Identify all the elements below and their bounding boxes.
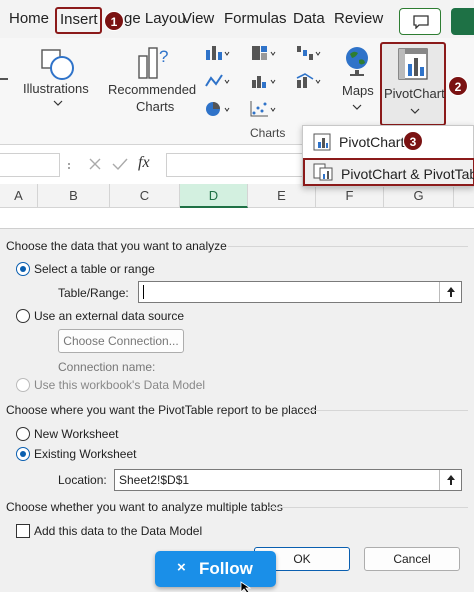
name-box[interactable] — [0, 153, 60, 177]
pivotchart-label: PivotChart — [384, 86, 445, 101]
arrow-up-icon — [446, 475, 455, 485]
location-value: Sheet2!$D$1 — [119, 473, 190, 487]
radio-existing-worksheet[interactable] — [16, 447, 30, 461]
radio-existing-worksheet-label[interactable]: Existing Worksheet — [34, 447, 137, 461]
tab-formulas[interactable]: Formulas — [224, 10, 287, 27]
comments-button[interactable] — [399, 8, 441, 35]
pie-chart-icon[interactable] — [204, 100, 230, 118]
radio-select-table[interactable] — [16, 262, 30, 276]
chevron-down-icon — [53, 100, 63, 106]
recommended-charts-label-2[interactable]: Charts — [136, 99, 174, 114]
radio-new-worksheet-label[interactable]: New Worksheet — [34, 427, 118, 441]
tab-page-layout[interactable]: ge Layou — [124, 10, 186, 27]
comment-icon — [413, 15, 429, 29]
enter-check-icon[interactable] — [112, 157, 128, 171]
pivotchart-pivottable-icon — [313, 163, 333, 181]
statistic-chart-icon[interactable] — [250, 72, 276, 90]
divider — [306, 410, 468, 411]
grid-row[interactable] — [0, 208, 474, 228]
menu-item-pivotchart-label: PivotChart — [339, 134, 405, 150]
menu-item-pivotchart-pivottable-label: PivotChart & PivotTable — [341, 166, 474, 182]
collapse-dialog-button[interactable] — [439, 282, 461, 302]
section-heading-placement: Choose where you want the PivotTable rep… — [6, 403, 317, 417]
tab-review[interactable]: Review — [334, 10, 383, 27]
line-chart-icon[interactable] — [204, 72, 230, 90]
arrow-up-icon — [446, 287, 455, 297]
add-to-data-model-label[interactable]: Add this data to the Data Model — [34, 524, 202, 538]
column-header-f[interactable]: F — [316, 184, 384, 208]
close-icon: × — [177, 559, 186, 576]
collapse-dialog-button[interactable] — [439, 470, 461, 490]
section-heading-data: Choose the data that you want to analyze — [6, 239, 227, 253]
pivotchart-dropdown-menu: PivotChart 3 PivotChart & PivotTable — [302, 125, 474, 187]
ribbon-tab-bar: Home Insert 1 ge Layou View Formulas Dat… — [0, 0, 474, 38]
create-pivottable-dialog: Choose the data that you want to analyze… — [0, 228, 474, 592]
scatter-chart-icon[interactable] — [250, 100, 276, 118]
connection-name-label: Connection name: — [58, 360, 156, 374]
divider — [268, 507, 468, 508]
add-to-data-model-checkbox[interactable] — [16, 524, 30, 538]
recommended-charts-icon[interactable]: ? — [136, 44, 172, 82]
step-badge-1: 1 — [104, 11, 124, 31]
charts-group-label: Charts — [250, 126, 286, 140]
illustrations-icon[interactable] — [40, 46, 74, 82]
tab-insert[interactable]: Insert — [55, 7, 102, 34]
table-range-input[interactable] — [138, 281, 462, 303]
cancel-button[interactable]: Cancel — [364, 547, 460, 571]
section-heading-multiple-tables: Choose whether you want to analyze multi… — [6, 500, 283, 514]
truncated-group-icon — [0, 78, 8, 80]
mouse-pointer-icon — [240, 581, 252, 592]
combo-chart-icon[interactable] — [295, 72, 321, 90]
tab-view[interactable]: View — [182, 10, 214, 27]
divider — [228, 246, 468, 247]
menu-item-pivotchart[interactable]: PivotChart — [303, 128, 474, 156]
location-input[interactable]: Sheet2!$D$1 — [114, 469, 462, 491]
location-label: Location: — [58, 473, 107, 487]
column-header-c[interactable]: C — [110, 184, 180, 208]
radio-data-model[interactable] — [16, 378, 30, 392]
table-range-label: Table/Range: — [58, 286, 129, 300]
step-badge-3: 3 — [403, 131, 423, 151]
radio-data-model-label[interactable]: Use this workbook's Data Model — [34, 378, 205, 392]
radio-new-worksheet[interactable] — [16, 427, 30, 441]
bar-chart-icon[interactable] — [204, 44, 230, 62]
share-button[interactable] — [451, 8, 474, 35]
pivotchart-button[interactable]: PivotChart — [380, 42, 446, 126]
formula-buttons: fx — [84, 154, 160, 176]
step-badge-2: 2 — [448, 76, 468, 96]
pivotchart-small-icon — [313, 133, 331, 151]
column-header-a[interactable]: A — [0, 184, 38, 208]
chevron-down-icon — [410, 108, 420, 114]
choose-connection-button[interactable]: Choose Connection... — [58, 329, 184, 353]
radio-external-source[interactable] — [16, 309, 30, 323]
radio-external-source-label[interactable]: Use an external data source — [34, 309, 184, 323]
hierarchy-chart-icon[interactable] — [250, 44, 276, 62]
illustrations-label[interactable]: Illustrations — [23, 81, 89, 96]
column-header-b[interactable]: B — [38, 184, 110, 208]
follow-button[interactable]: × Follow — [155, 551, 276, 587]
menu-item-pivotchart-pivottable[interactable]: PivotChart & PivotTable — [303, 158, 474, 186]
column-header-g[interactable]: G — [384, 184, 454, 208]
tab-home[interactable]: Home — [9, 10, 49, 27]
maps-label[interactable]: Maps — [342, 83, 374, 98]
pivotchart-icon — [398, 48, 428, 80]
column-header-e[interactable]: E — [248, 184, 316, 208]
maps-globe-icon[interactable] — [342, 44, 372, 78]
more-dots-icon — [68, 163, 70, 169]
chevron-down-icon — [352, 104, 362, 110]
follow-label: Follow — [199, 559, 253, 578]
tab-insert-label: Insert — [60, 11, 98, 28]
svg-text:?: ? — [159, 47, 168, 66]
tab-data[interactable]: Data — [293, 10, 325, 27]
column-headers: A B C D E F G — [0, 184, 474, 208]
text-cursor — [143, 285, 144, 299]
column-header-d[interactable]: D — [180, 184, 248, 208]
recommended-charts-label-1[interactable]: Recommended — [108, 82, 196, 97]
insert-function-icon[interactable]: fx — [138, 154, 150, 172]
radio-select-table-label[interactable]: Select a table or range — [34, 262, 155, 276]
waterfall-chart-icon[interactable] — [295, 44, 321, 62]
cancel-icon[interactable] — [88, 157, 102, 171]
